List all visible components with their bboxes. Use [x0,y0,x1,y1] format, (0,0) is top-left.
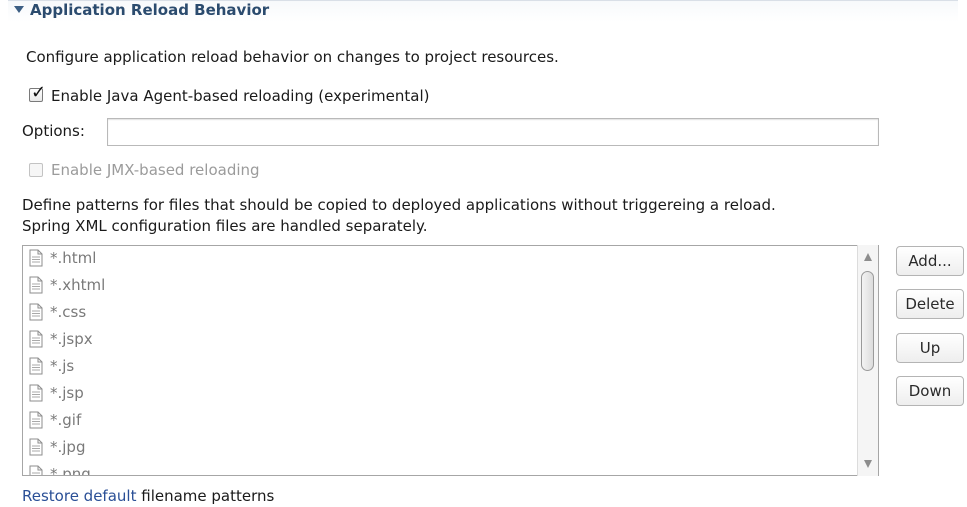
document-icon [29,276,43,294]
list-item-label: *.jsp [50,384,84,402]
scroll-thumb[interactable] [861,271,874,371]
expand-triangle-icon[interactable] [14,6,24,13]
document-icon [29,330,43,348]
patterns-list[interactable]: *.html *.xhtml *.css *.jspx *.js *.jsp *.gif *.… [22,245,879,476]
footer: Restore default filename patterns [22,485,274,507]
section-description: Configure application reload behavior on… [26,48,559,66]
list-item-label: *.jpg [50,438,86,456]
document-icon [29,384,43,402]
document-icon [29,411,43,429]
add-button[interactable]: Add... [896,246,964,276]
delete-button[interactable]: Delete [896,289,964,319]
list-item-label: *.css [50,303,87,321]
document-icon [29,249,43,267]
section-title[interactable]: Application Reload Behavior [12,0,269,21]
list-scrollbar[interactable] [857,245,878,476]
checkmark-icon: ✓ [31,82,47,103]
jmx-label[interactable]: Enable JMX-based reloading [51,159,260,181]
list-item-label: *.gif [50,411,82,429]
document-icon [29,465,43,475]
java-agent-label[interactable]: Enable Java Agent-based reloading (exper… [51,85,429,107]
list-item-label: *.xhtml [50,276,106,294]
footer-text: filename patterns [141,487,275,505]
patterns-description-line1: Define patterns for files that should be… [22,196,776,214]
document-icon [29,357,43,375]
down-button[interactable]: Down [896,376,964,406]
list-item-label: *.js [50,357,75,375]
patterns-description-line2: Spring XML configuration files are handl… [22,217,428,235]
list-item-label: *.png [50,465,91,476]
options-label: Options: [22,122,85,140]
restore-default-link[interactable]: Restore default [22,487,136,505]
document-icon [29,438,43,456]
section-title-label: Application Reload Behavior [30,1,270,19]
scroll-up-arrow-icon[interactable] [864,253,872,261]
up-button[interactable]: Up [896,333,964,363]
options-input[interactable] [107,118,879,146]
java-agent-checkbox[interactable]: ✓ [29,83,46,103]
document-icon [29,303,43,321]
list-item-label: *.html [50,249,97,267]
list-item-label: *.jspx [50,330,93,348]
scroll-down-arrow-icon[interactable] [864,460,872,468]
jmx-checkbox[interactable] [29,163,43,177]
